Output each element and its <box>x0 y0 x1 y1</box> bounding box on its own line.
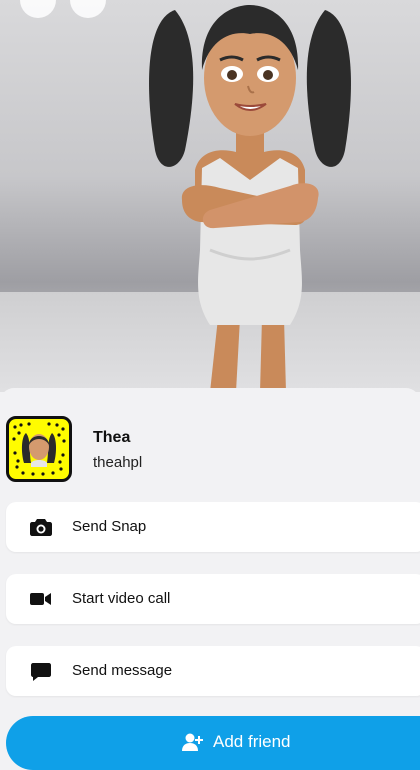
send-message-button[interactable]: Send message <box>6 646 420 696</box>
profile-sheet: Thea theahpl Send Snap Start video call … <box>0 388 420 770</box>
send-snap-label: Send Snap <box>72 518 147 535</box>
start-video-call-button[interactable]: Start video call <box>6 574 420 624</box>
snapcode-icon[interactable] <box>6 416 72 482</box>
chat-bubble-icon <box>31 663 51 681</box>
username: theahpl <box>93 454 143 471</box>
back-button[interactable] <box>20 0 56 18</box>
profile-header: Thea theahpl <box>6 416 416 488</box>
video-camera-icon <box>30 593 51 605</box>
add-person-icon <box>182 733 203 751</box>
send-message-label: Send message <box>72 662 173 679</box>
add-friend-button[interactable]: Add friend <box>6 716 420 770</box>
camera-icon <box>30 519 52 536</box>
add-friend-label: Add friend <box>213 732 291 751</box>
avatar-scene <box>0 0 420 392</box>
bitmoji-avatar <box>149 5 351 392</box>
send-snap-button[interactable]: Send Snap <box>6 502 420 552</box>
start-video-call-label: Start video call <box>72 590 171 607</box>
more-options-button[interactable] <box>70 0 106 18</box>
display-name: Thea <box>93 429 131 446</box>
